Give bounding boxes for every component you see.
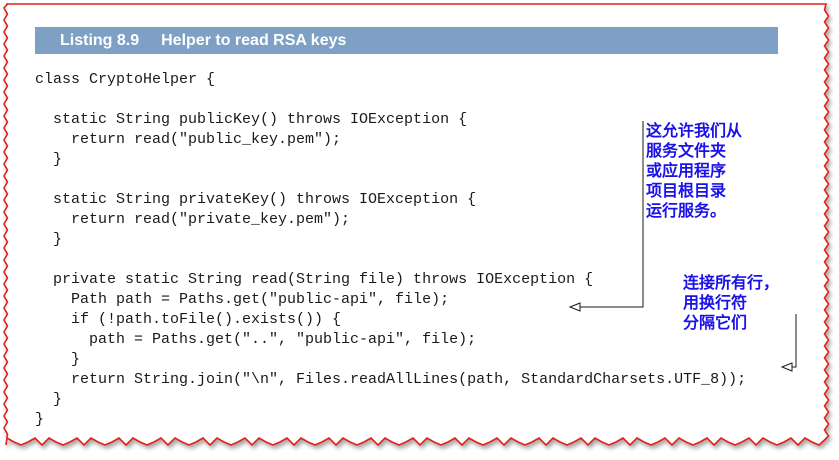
annotation-line: 项目根目录	[646, 181, 727, 200]
code-line: }	[35, 231, 63, 248]
code-line: static String publicKey() throws IOExcep…	[35, 111, 468, 128]
code-line: if (!path.toFile().exists()) {	[35, 311, 342, 328]
page-frame	[3, 3, 830, 447]
annotation-line: 服务文件夹	[646, 141, 727, 160]
code-line: }	[35, 351, 81, 368]
code-line: return read("private_key.pem");	[35, 211, 351, 228]
annotation-line: 或应用程序	[646, 161, 727, 180]
annotation-line: 分隔它们	[683, 313, 748, 332]
annotation-line: 用换行符	[683, 293, 748, 312]
annotation-line: 这允许我们从	[646, 121, 743, 140]
code-line: }	[35, 411, 45, 428]
code-line: return read("public_key.pem");	[35, 131, 342, 148]
annotation-fallback-path: 这允许我们从 服务文件夹 或应用程序 项目根目录 运行服务。	[646, 121, 742, 221]
code-line: Path path = Paths.get("public-api", file…	[35, 291, 450, 308]
annotation-line: 连接所有行，	[683, 273, 780, 292]
code-line: path = Paths.get("..", "public-api", fil…	[35, 331, 477, 348]
listing-header: Listing 8.9 Helper to read RSA keys	[35, 27, 778, 54]
listing-title: Helper to read RSA keys	[161, 32, 347, 49]
code-line: static String privateKey() throws IOExce…	[35, 191, 477, 208]
annotation-join-lines: 连接所有行， 用换行符 分隔它们	[683, 273, 779, 333]
code-line: return String.join("\n", Files.readAllLi…	[35, 371, 747, 388]
annotation-line: 运行服务。	[646, 201, 727, 220]
code-line: }	[35, 151, 63, 168]
code-line: }	[35, 391, 63, 408]
code-line: class CryptoHelper {	[35, 71, 216, 88]
code-line: private static String read(String file) …	[35, 271, 594, 288]
listing-number: Listing 8.9	[60, 32, 140, 49]
